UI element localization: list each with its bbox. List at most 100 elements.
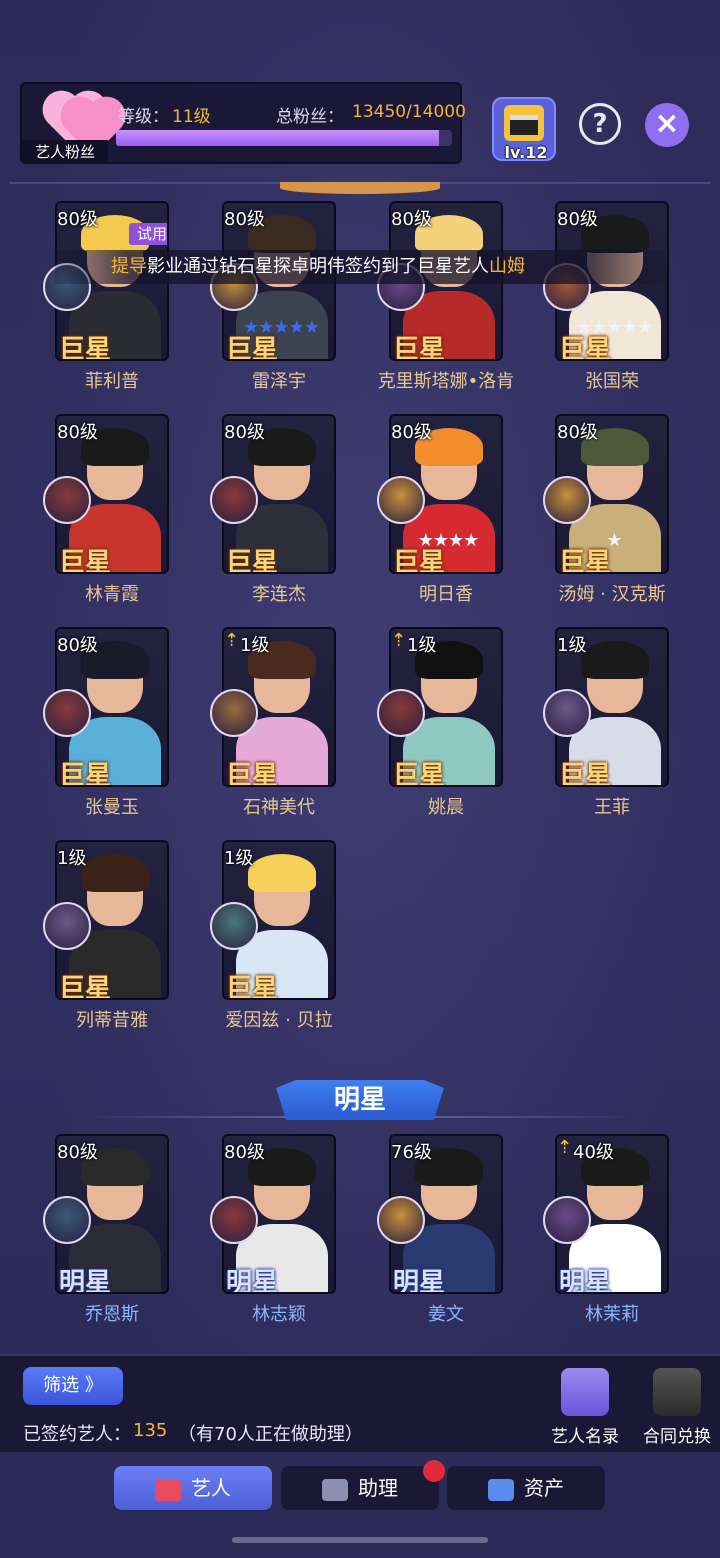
- tab-assistants-label: 助理: [358, 1476, 398, 1500]
- signed-count: 135: [133, 1420, 168, 1441]
- fans-value: 13450/14000: [352, 102, 466, 122]
- signed-label: 已签约艺人：: [23, 1424, 131, 1445]
- help-icon[interactable]: ?: [579, 103, 621, 145]
- fans-tag: 艺人粉丝: [22, 140, 108, 164]
- studio-level-button[interactable]: lv.12: [492, 97, 556, 162]
- close-icon[interactable]: ×: [645, 103, 689, 147]
- assistant-count-text: （有70人正在做助理）: [178, 1424, 363, 1445]
- tab-assistants[interactable]: 助理: [281, 1466, 439, 1510]
- artist-name: 爱因兹 · 贝拉: [225, 1010, 333, 1031]
- fans-panel: 艺人粉丝 等级： 11级 总粉丝： 13450/14000: [20, 82, 466, 164]
- artist-level: 80级: [57, 209, 98, 230]
- rank-label: 巨星: [226, 548, 279, 574]
- contract-exchange-button[interactable]: 合同兑换: [637, 1368, 717, 1447]
- genre-badge-icon: [543, 476, 591, 524]
- filter-button[interactable]: 筛选 》: [23, 1367, 123, 1405]
- artist-level: 80级: [57, 635, 98, 656]
- rank-label: 明星: [559, 1268, 612, 1294]
- rank-label: 明星: [393, 1268, 446, 1294]
- artist-level: 80级: [224, 1142, 265, 1163]
- rank-label: 巨星: [226, 974, 279, 1000]
- contract-exchange-label: 合同兑换: [643, 1427, 711, 1447]
- banner-highlight: 山姆: [489, 256, 525, 277]
- genre-badge-icon: [377, 1196, 425, 1244]
- genre-badge-icon: [210, 689, 258, 737]
- artist-name: 林茉莉: [585, 1304, 639, 1325]
- fans-progress-bar: [116, 130, 452, 146]
- tab-artists-label: 艺人: [191, 1476, 231, 1500]
- artist-level: 80级: [391, 209, 432, 230]
- section-title-stars: 明星: [276, 1080, 444, 1120]
- rank-label: 巨星: [559, 335, 612, 361]
- artist-directory-label: 艺人名录: [551, 1427, 619, 1447]
- level-up-icon: ⇡: [391, 630, 407, 651]
- rank-label: 巨星: [59, 974, 112, 1000]
- artist-directory-button[interactable]: 艺人名录: [545, 1368, 625, 1447]
- directory-book-icon: [561, 1368, 609, 1416]
- artist-name: 李连杰: [252, 584, 306, 605]
- artist-level: 80级: [224, 209, 265, 230]
- notification-dot: [423, 1460, 445, 1482]
- level-label: 等级：: [118, 107, 169, 127]
- artist-name: 汤姆 · 汉克斯: [558, 584, 666, 605]
- genre-badge-icon: [43, 902, 91, 950]
- artist-name: 雷泽宇: [252, 371, 306, 392]
- genre-badge-icon: [377, 476, 425, 524]
- home-indicator[interactable]: [232, 1537, 488, 1543]
- rank-label: 巨星: [393, 335, 446, 361]
- rank-label: 明星: [59, 1268, 112, 1294]
- artist-level: 80级: [557, 422, 598, 443]
- tab-assets[interactable]: 资产: [447, 1466, 605, 1510]
- clapperboard-icon: [504, 105, 544, 141]
- assets-tab-icon: [488, 1478, 514, 1501]
- artist-level: 1级: [224, 848, 254, 869]
- tab-assets-label: 资产: [524, 1476, 564, 1500]
- rank-label: 巨星: [59, 335, 112, 361]
- artist-name: 姚晨: [428, 797, 464, 818]
- artist-level: 1级: [407, 635, 437, 656]
- fans-progress-fill: [116, 130, 439, 146]
- genre-badge-icon: [543, 1196, 591, 1244]
- tab-artists[interactable]: 艺人: [114, 1466, 272, 1510]
- level-up-icon: ⇡: [224, 630, 240, 651]
- artist-name: 张曼玉: [85, 797, 139, 818]
- banner-middle: 影业通过钻石星探卓明伟签约到了巨星艺人: [147, 256, 489, 277]
- rank-label: 巨星: [393, 761, 446, 787]
- assistant-tab-icon: [322, 1478, 348, 1501]
- rank-label: 巨星: [393, 548, 446, 574]
- genre-badge-icon: [377, 689, 425, 737]
- artist-level: 76级: [391, 1142, 432, 1163]
- artist-level: 1级: [57, 848, 87, 869]
- trial-badge: 试用: [129, 223, 167, 245]
- artist-name: 石神美代: [243, 797, 315, 818]
- rank-label: 巨星: [59, 548, 112, 574]
- genre-badge-icon: [43, 689, 91, 737]
- fans-label: 总粉丝：: [276, 107, 344, 127]
- contract-folder-icon: [653, 1368, 701, 1416]
- genre-badge-icon: [43, 476, 91, 524]
- rank-label: 巨星: [559, 548, 612, 574]
- artist-name: 王菲: [594, 797, 630, 818]
- rank-label: 巨星: [59, 761, 112, 787]
- artist-level: 80级: [57, 1142, 98, 1163]
- artist-level: 40级: [573, 1142, 614, 1163]
- artist-name: 列蒂昔雅: [76, 1010, 148, 1031]
- artist-level: 80级: [391, 422, 432, 443]
- studio-level-text: lv.12: [504, 143, 548, 162]
- genre-badge-icon: [210, 476, 258, 524]
- rank-label: 巨星: [559, 761, 612, 787]
- level-up-icon: ⇡: [557, 1137, 573, 1158]
- genre-badge-icon: [543, 689, 591, 737]
- rank-label: 明星: [226, 1268, 279, 1294]
- genre-badge-icon: [210, 1196, 258, 1244]
- artist-name: 明日香: [419, 584, 473, 605]
- artist-name: 乔恩斯: [85, 1304, 139, 1325]
- artist-level: 1级: [557, 635, 587, 656]
- signing-notification: 提导影业通过钻石星探卓明伟签约到了巨星艺人山姆: [55, 250, 665, 284]
- artist-tab-icon: [155, 1478, 181, 1501]
- artist-level: 80级: [224, 422, 265, 443]
- artist-name: 张国荣: [585, 371, 639, 392]
- artist-name: 姜文: [428, 1304, 464, 1325]
- artist-name: 克里斯塔娜•洛肯: [377, 371, 515, 392]
- artist-name: 林志颖: [252, 1304, 306, 1325]
